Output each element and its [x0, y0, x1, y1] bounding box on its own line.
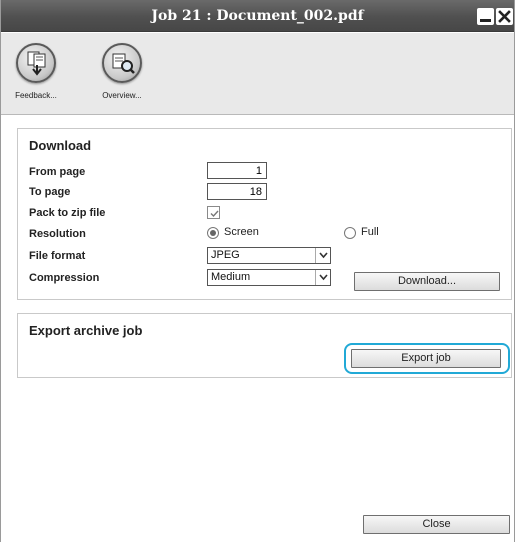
overview-magnifier-icon	[102, 43, 142, 83]
pack-zip-label: Pack to zip file	[29, 207, 106, 219]
resolution-screen-label: Screen	[224, 226, 259, 238]
radio-unchecked-icon	[344, 227, 356, 239]
close-icon[interactable]	[496, 8, 513, 25]
compression-label: Compression	[29, 272, 100, 284]
overview-button[interactable]: Overview...	[92, 41, 152, 113]
feedback-button[interactable]: Feedback...	[6, 41, 66, 113]
export-job-button[interactable]: Export job	[351, 349, 501, 368]
chevron-down-icon	[315, 248, 330, 263]
export-panel: Export archive job Export job	[17, 313, 512, 378]
download-panel: Download From page To page Pack to zip f…	[17, 128, 512, 300]
resolution-label: Resolution	[29, 228, 86, 240]
job-dialog: Job 21 : Document_002.pdf Feedback... Ov…	[0, 0, 515, 542]
minimize-icon[interactable]	[477, 8, 494, 25]
toolbar: Feedback... Overview...	[1, 33, 514, 115]
feedback-document-icon	[16, 43, 56, 83]
download-button[interactable]: Download...	[354, 272, 500, 291]
to-page-label: To page	[29, 186, 71, 198]
export-title: Export archive job	[29, 323, 143, 338]
file-format-label: File format	[29, 250, 86, 262]
close-button[interactable]: Close	[363, 515, 510, 534]
file-format-select[interactable]: JPEG	[207, 247, 331, 264]
overview-label: Overview...	[102, 91, 142, 100]
file-format-value: JPEG	[211, 249, 240, 261]
chevron-down-icon	[315, 270, 330, 285]
radio-checked-icon	[207, 227, 219, 239]
from-page-input[interactable]	[207, 162, 267, 179]
compression-value: Medium	[211, 271, 251, 283]
compression-select[interactable]: Medium	[207, 269, 331, 286]
resolution-full-label: Full	[361, 226, 379, 238]
title-bar: Job 21 : Document_002.pdf	[1, 0, 514, 32]
to-page-input[interactable]	[207, 183, 267, 200]
pack-zip-checkbox[interactable]	[207, 206, 220, 219]
checkmark-icon	[210, 210, 219, 218]
from-page-label: From page	[29, 166, 86, 178]
feedback-label: Feedback...	[15, 91, 57, 100]
download-title: Download	[29, 138, 92, 153]
window-title: Job 21 : Document_002.pdf	[151, 8, 364, 24]
